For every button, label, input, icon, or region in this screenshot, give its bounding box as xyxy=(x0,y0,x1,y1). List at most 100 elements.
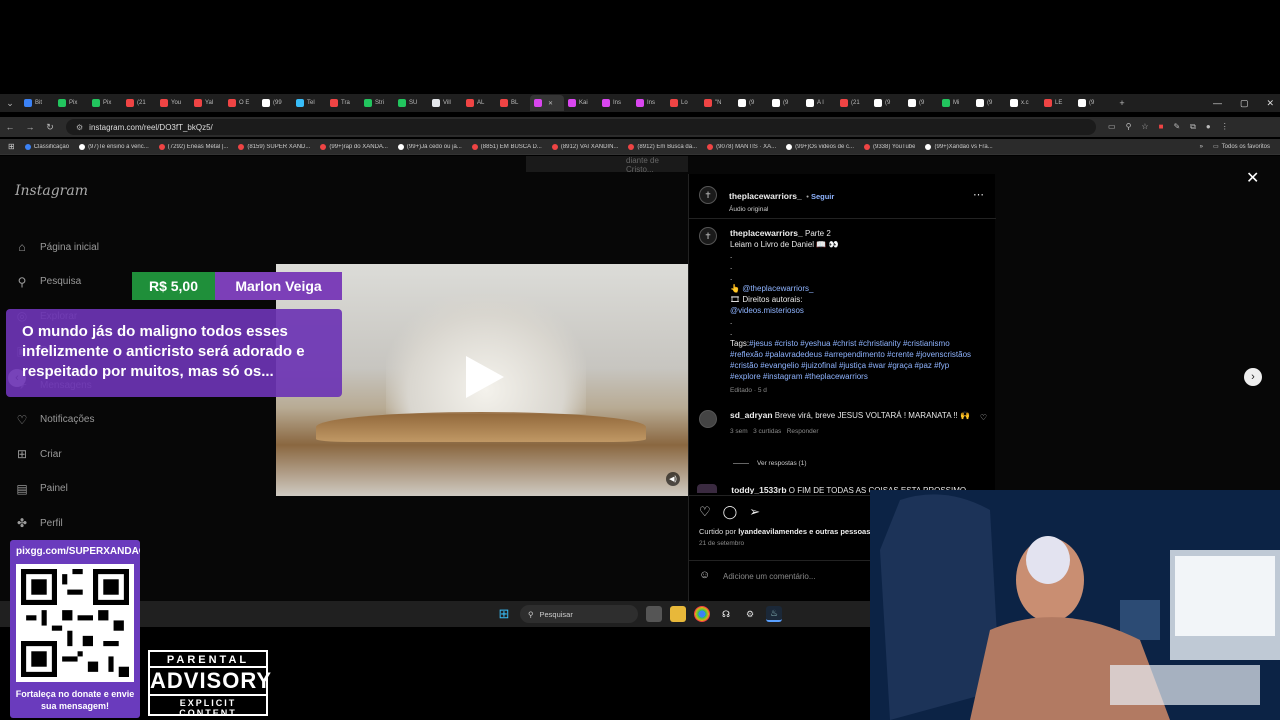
browser-tab[interactable]: BL xyxy=(496,95,530,111)
play-icon[interactable] xyxy=(466,356,504,398)
liked-by-user[interactable]: lyandeavilamendes xyxy=(738,527,807,536)
share-icon[interactable]: ➢ xyxy=(749,504,760,520)
back-icon[interactable]: ← xyxy=(0,122,20,132)
close-icon[interactable]: ✕ xyxy=(1246,168,1259,188)
commenter-username[interactable]: toddy_1533rb xyxy=(731,485,786,494)
bookmark-item[interactable]: Classificação xyxy=(24,143,69,150)
profile-avatar-icon[interactable]: ● xyxy=(1206,122,1211,132)
sidebar-item-search[interactable]: ⚲ Pesquisa xyxy=(14,265,99,300)
maximize-icon[interactable]: ▢ xyxy=(1240,98,1249,109)
browser-tab[interactable]: Mi xyxy=(938,95,972,111)
browser-tab[interactable]: (9 xyxy=(734,95,768,111)
browser-tab[interactable]: LE xyxy=(1040,95,1074,111)
browser-tab[interactable]: Pix xyxy=(88,95,122,111)
windows-start-icon[interactable]: ⊞ xyxy=(496,606,512,622)
bookmark-item[interactable]: (97)Te ensino a venc... xyxy=(79,143,149,150)
extension-red-icon[interactable]: ■ xyxy=(1159,122,1164,132)
reload-icon[interactable]: ↻ xyxy=(40,122,60,133)
browser-tab[interactable]: (99 xyxy=(258,95,292,111)
commenter-avatar[interactable] xyxy=(697,484,717,493)
reply-button[interactable]: Responder xyxy=(787,428,819,435)
sidebar-item-plus[interactable]: ⊞ Criar xyxy=(14,437,99,472)
comment-likes[interactable]: 3 curtidas xyxy=(753,428,781,435)
author-username[interactable]: theplacewarriors_ xyxy=(729,191,802,201)
extensions-icon[interactable]: ⧉ xyxy=(1190,122,1196,132)
caption-username[interactable]: theplacewarriors_ xyxy=(730,228,803,238)
previous-reel-thumbnail[interactable]: diante de Cristo... xyxy=(526,156,688,174)
install-icon[interactable]: ▭ xyxy=(1108,122,1116,132)
browser-tab[interactable]: AL xyxy=(462,95,496,111)
browser-tab[interactable]: Yal xyxy=(190,95,224,111)
browser-tab[interactable]: Tel xyxy=(292,95,326,111)
bookmark-item[interactable]: (99+)Já cedo ou já... xyxy=(397,143,462,150)
all-bookmarks-link[interactable]: ▭ Todos os favoritos xyxy=(1213,143,1270,151)
commenter-username[interactable]: sd_adryan xyxy=(730,410,773,420)
browser-tab[interactable]: Stri xyxy=(360,95,394,111)
browser-tab[interactable]: You xyxy=(156,95,190,111)
sidebar-item-home[interactable]: ⌂ Página inicial xyxy=(14,230,99,265)
browser-tab[interactable]: Bit xyxy=(20,95,54,111)
browser-tab[interactable]: Pix xyxy=(54,95,88,111)
url-field[interactable]: ⚙ instagram.com/reel/DO3fT_bkQz5/ xyxy=(66,119,1096,135)
bookmark-star-icon[interactable]: ☆ xyxy=(1141,122,1148,132)
browser-tab[interactable]: SU xyxy=(394,95,428,111)
view-replies-button[interactable]: Ver respostas (1) xyxy=(733,460,807,467)
apps-grid-icon[interactable]: ⊞ xyxy=(8,142,15,151)
close-tab-icon[interactable]: ✕ xyxy=(548,100,553,107)
audio-label[interactable]: Áudio original xyxy=(729,206,834,213)
emoji-icon[interactable]: ☺ xyxy=(699,569,710,581)
bookmark-item[interactable]: (9338) YouTube xyxy=(864,143,915,150)
more-bookmarks-icon[interactable]: » xyxy=(1200,144,1203,150)
hashtags[interactable]: #jesus #cristo #yeshua #christ #christia… xyxy=(730,339,971,381)
sidebar-item-profile[interactable]: ✤ Perfil xyxy=(14,506,99,541)
bookmark-item[interactable]: (99+)Os videos de c... xyxy=(786,143,854,150)
menu-icon[interactable]: ⋮ xyxy=(1221,122,1229,132)
steam-icon[interactable]: ♨ xyxy=(766,606,782,622)
sidebar-item-dashboard[interactable]: ▤ Painel xyxy=(14,472,99,507)
next-arrow-icon[interactable]: › xyxy=(1244,368,1262,386)
browser-tab[interactable]: Ins xyxy=(598,95,632,111)
instagram-logo[interactable]: Instagram xyxy=(15,183,88,199)
browser-tab[interactable]: Lo xyxy=(666,95,700,111)
forward-icon[interactable]: → xyxy=(20,122,40,132)
browser-tab[interactable]: (9 xyxy=(870,95,904,111)
app-icon[interactable]: ☊ xyxy=(718,606,734,622)
browser-tab[interactable]: (9 xyxy=(972,95,1006,111)
rights-link[interactable]: @videos.misteriosos xyxy=(730,305,980,316)
chrome-icon[interactable] xyxy=(694,606,710,622)
bookmark-item[interactable]: (99+)Xandão vs Fra... xyxy=(925,143,993,150)
commenter-avatar[interactable] xyxy=(699,410,717,428)
bookmark-item[interactable]: (7292) Enéas Metal |... xyxy=(158,143,228,150)
like-heart-icon[interactable]: ♡ xyxy=(699,504,711,520)
bookmark-item[interactable]: (8912) Em Busca da... xyxy=(628,143,697,150)
caption-avatar[interactable]: ✝ xyxy=(699,227,717,245)
browser-tab[interactable]: Ins xyxy=(632,95,666,111)
browser-tab[interactable]: (9 xyxy=(904,95,938,111)
task-view-icon[interactable] xyxy=(646,606,662,622)
new-tab-button[interactable]: + xyxy=(1112,98,1132,108)
bookmark-item[interactable]: (8851) EM BUSCA D... xyxy=(471,143,542,150)
browser-tab[interactable]: (9 xyxy=(1074,95,1108,111)
browser-tab[interactable]: (9 xyxy=(768,95,802,111)
close-window-icon[interactable]: ✕ xyxy=(1266,98,1274,109)
comment-input[interactable]: Adicione um comentário... xyxy=(723,572,816,581)
browser-tab[interactable]: O E xyxy=(224,95,258,111)
browser-tab[interactable]: Kai xyxy=(564,95,598,111)
tab-list-chevron-icon[interactable]: ⌄ xyxy=(0,98,20,109)
sidebar-item-heart[interactable]: ♡ Notificações xyxy=(14,403,99,438)
mute-icon[interactable]: ◀) xyxy=(666,472,680,486)
comment-icon[interactable]: ◯ xyxy=(723,504,738,520)
browser-tab[interactable]: (21 xyxy=(836,95,870,111)
browser-tab[interactable]: (21 xyxy=(122,95,156,111)
comment-like-heart-icon[interactable]: ♡ xyxy=(980,413,987,422)
taskbar-search[interactable]: ⚲ Pesquisar xyxy=(520,605,638,623)
bookmark-item[interactable]: (9078) MANTIS · XA... xyxy=(707,143,776,150)
author-avatar[interactable]: ✝ xyxy=(699,186,717,204)
bookmark-item[interactable]: (8912) VAI XANDIN... xyxy=(551,143,618,150)
browser-tab[interactable]: A l xyxy=(802,95,836,111)
more-options-icon[interactable]: ⋯ xyxy=(973,188,984,201)
extension-icon[interactable]: ✎ xyxy=(1173,122,1180,132)
file-explorer-icon[interactable] xyxy=(670,606,686,622)
zoom-icon[interactable]: ⚲ xyxy=(1126,122,1132,132)
mention-link[interactable]: @theplacewarriors_ xyxy=(742,284,813,293)
